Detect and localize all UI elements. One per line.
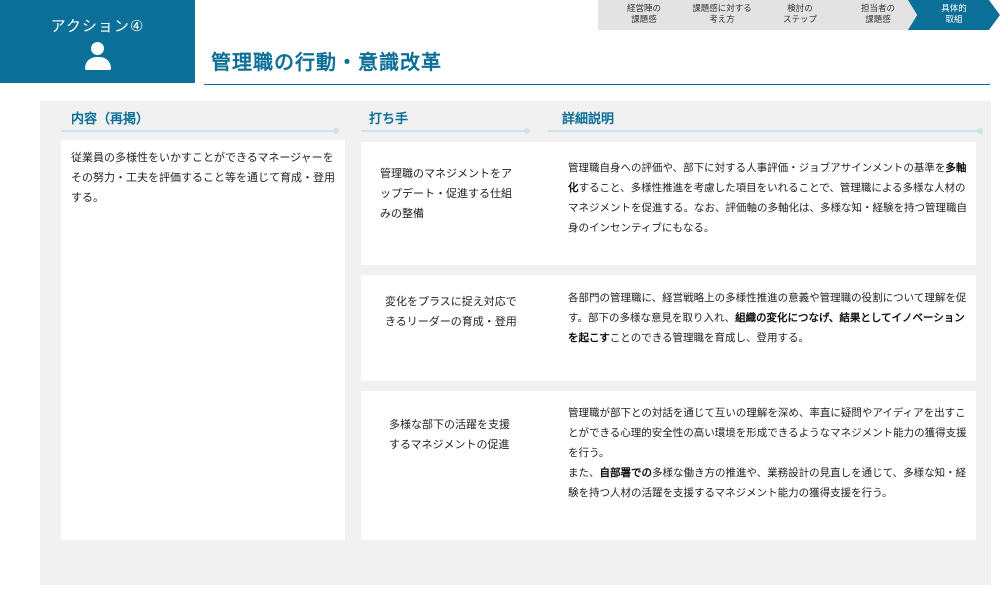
- step-4[interactable]: 担当者の 課題感: [832, 0, 924, 30]
- detail-segment: すること、多様性推進を考慮した項目をいれることで、管理職による多様な人材のマネジ…: [568, 182, 967, 234]
- step-navigation: 経営陣の 課題感 課題感に対する 考え方 検討の ステップ 担当者の 課題感 具…: [598, 0, 1000, 30]
- step-3[interactable]: 検討の ステップ: [754, 0, 846, 30]
- step-2[interactable]: 課題感に対する 考え方: [676, 0, 768, 30]
- detail-segment: 自部署での: [599, 467, 653, 479]
- person-icon: [83, 42, 113, 72]
- column-rule-details: [548, 128, 983, 134]
- column-rule-content: [61, 128, 339, 134]
- page-title: 管理職の行動・意識改革: [211, 50, 442, 74]
- measure-detail: 各部門の管理職に、経営戦略上の多様性推進の意義や管理職の役割について理解を促す。…: [568, 288, 970, 348]
- detail-segment: ことのできる管理職を育成し、登用する。: [609, 332, 809, 344]
- step-1[interactable]: 経営陣の 課題感: [598, 0, 690, 30]
- measure-row-1: 管理職のマネジメントをアップデート・促進する仕組みの整備 管理職自身への評価や、…: [361, 142, 976, 265]
- measure-row-3: 多様な部下の活躍を支援するマネジメントの促進 管理職が部下との対話を通じて互いの…: [361, 391, 976, 540]
- measure-title: 変化をプラスに捉え対応できるリーダーの育成・登用: [385, 295, 517, 328]
- measure-title: 多様な部下の活躍を支援するマネジメントの促進: [389, 418, 510, 451]
- detail-segment: 管理職自身への評価や、部下に対する人事評価・ジョブアサインメントの基準を: [568, 162, 946, 174]
- action-label: アクション④: [50, 17, 145, 35]
- measure-title: 管理職のマネジメントをアップデート・促進する仕組みの整備: [380, 167, 512, 220]
- column-header-content: 内容（再掲）: [71, 112, 150, 127]
- column-header-measures: 打ち手: [369, 112, 409, 127]
- measure-detail: 管理職が部下との対話を通じて互いの理解を深め、率直に疑問やアイディアを出すことが…: [568, 403, 970, 503]
- measure-row-2: 変化をプラスに捉え対応できるリーダーの育成・登用 各部門の管理職に、経営戦略上の…: [361, 275, 976, 381]
- title-divider: [204, 84, 990, 85]
- step-5-active[interactable]: 具体的 取組: [908, 0, 1000, 30]
- column-header-details: 詳細説明: [562, 112, 615, 127]
- measure-detail: 管理職自身への評価や、部下に対する人事評価・ジョブアサインメントの基準を多軸化す…: [568, 158, 970, 238]
- column-rule-measures: [361, 128, 530, 134]
- action-badge: アクション④: [0, 0, 195, 83]
- content-text: 従業員の多様性をいかすことができるマネージャーをその努力・工夫を評価すること等を…: [61, 140, 345, 540]
